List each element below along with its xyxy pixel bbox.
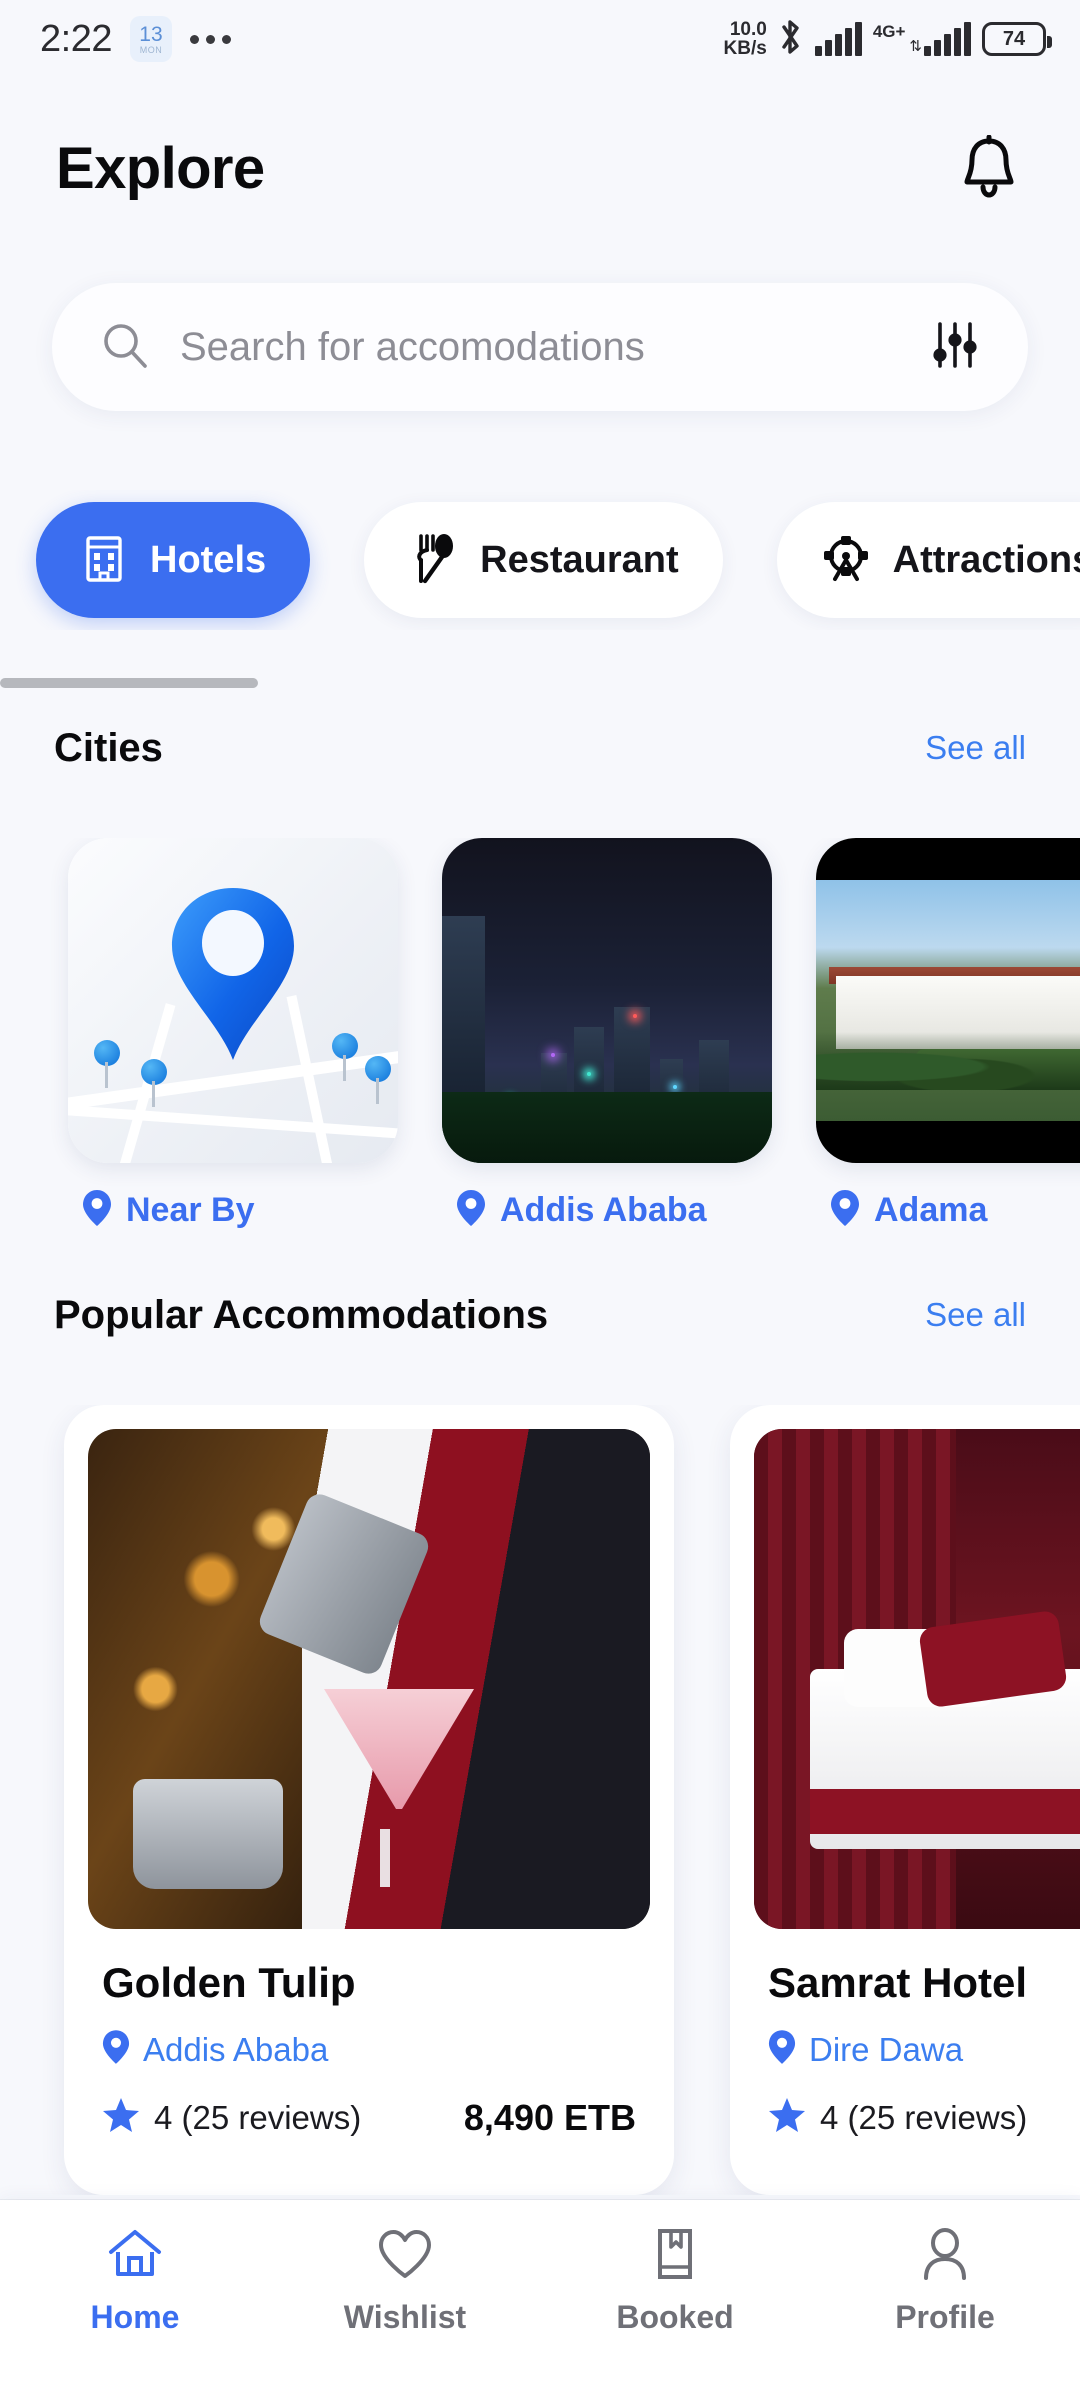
star-icon [102, 2096, 140, 2139]
status-time: 2:22 [40, 17, 112, 60]
home-icon [105, 2226, 165, 2287]
city-card-adama[interactable]: Adama [816, 838, 1080, 1228]
bartender-pouring-cocktail-photo [88, 1429, 650, 1929]
bottom-navigation-bar: Home Wishlist Booked Profile [0, 2200, 1080, 2400]
accommodation-rating-text: 4 (25 reviews) [820, 2098, 1028, 2136]
nav-label: Profile [895, 2299, 995, 2335]
hotel-building-icon [80, 532, 128, 589]
accommodation-footer: 4 (25 reviews) 8,490 ETB [102, 2096, 636, 2139]
mobile-data-icon: 4G+ ⇅ [873, 22, 971, 56]
horizontal-scroll-indicator[interactable] [0, 678, 1080, 688]
accommodation-card-body: Samrat Hotel Dire Dawa 4 (25 reviews) [754, 1959, 1080, 2139]
nav-label: Home [90, 2299, 180, 2335]
city-name: Adama [874, 1191, 988, 1228]
heart-icon [375, 2226, 435, 2287]
calendar-day: 13 [139, 22, 163, 46]
category-chip-label: Restaurant [480, 538, 679, 581]
cities-list[interactable]: Near By Addis Ababa Adama [0, 838, 1080, 1228]
city-caption: Near By [68, 1189, 398, 1228]
calendar-weekday: MON [139, 44, 163, 55]
category-chip-attractions[interactable]: Attractions [776, 502, 1080, 618]
filter-sliders-icon[interactable] [928, 318, 982, 377]
category-chip-label: Hotels [150, 538, 267, 581]
search-bar[interactable] [52, 283, 1028, 411]
accommodation-footer: 4 (25 reviews) [768, 2096, 1080, 2139]
location-pin-icon [768, 2029, 796, 2070]
accommodation-location: Addis Ababa [102, 2029, 636, 2070]
location-pin-icon [82, 1189, 112, 1228]
city-card-addis-ababa[interactable]: Addis Ababa [442, 838, 772, 1228]
category-chip-label: Attractions [892, 538, 1080, 581]
city-card-near-by[interactable]: Near By [68, 838, 398, 1228]
calendar-icon: 13 MON [129, 16, 172, 62]
accommodation-location: Dire Dawa [768, 2029, 1080, 2070]
hotel-aerial-view-thumbnail [816, 838, 1080, 1163]
night-city-skyline-thumbnail [442, 838, 772, 1163]
network-speed-indicator: 10.0 KB/s [723, 18, 767, 59]
accommodation-name: Golden Tulip [102, 1959, 356, 2006]
city-caption: Adama [816, 1189, 1080, 1228]
popular-accommodations-list[interactable]: Golden Tulip Addis Ababa 4 (25 reviews) … [0, 1405, 1080, 2195]
accommodation-city: Addis Ababa [143, 2030, 329, 2068]
page-title: Explore [56, 135, 265, 201]
network-speed-unit: KB/s [723, 38, 767, 59]
city-name: Addis Ababa [500, 1191, 707, 1228]
nav-item-profile[interactable]: Profile [845, 2226, 1045, 2336]
battery-icon: 74 [982, 22, 1052, 56]
status-bar-left: 2:22 13 MON [40, 16, 231, 62]
status-bar-right: 10.0 KB/s 4G+ ⇅ 74 [723, 18, 1052, 61]
location-pin-icon [830, 1189, 860, 1228]
fork-spoon-icon [408, 531, 458, 590]
app-header: Explore [0, 118, 1080, 218]
bluetooth-icon [778, 18, 804, 61]
bookmark-book-icon [645, 2226, 705, 2287]
signal-bars-secondary-icon [924, 22, 971, 56]
data-transfer-arrows-icon: ⇅ [909, 38, 922, 55]
accommodation-name: Samrat Hotel [768, 1959, 1028, 2006]
accommodation-city: Dire Dawa [809, 2030, 964, 2068]
popular-see-all-link[interactable]: See all [925, 1296, 1026, 1334]
map-with-pin-thumbnail [68, 838, 398, 1163]
star-icon [768, 2096, 806, 2139]
city-name: Near By [126, 1191, 255, 1228]
nav-label: Wishlist [343, 2299, 467, 2335]
city-caption: Addis Ababa [442, 1189, 772, 1228]
app-screen: 2:22 13 MON 10.0 KB/s 4G+ ⇅ 74 Explore S… [0, 0, 1080, 2400]
popular-section-title: Popular Accommodations [54, 1292, 549, 1337]
bell-icon[interactable] [954, 133, 1024, 203]
nav-item-booked[interactable]: Booked [575, 2226, 775, 2336]
battery-level: 74 [1002, 27, 1026, 50]
status-bar: 2:22 13 MON 10.0 KB/s 4G+ ⇅ 74 [0, 0, 1080, 78]
popular-section-header: Popular Accommodations See all [0, 1285, 1080, 1345]
accommodation-rating-text: 4 (25 reviews) [154, 2098, 362, 2136]
category-chip-hotels[interactable]: Hotels [36, 502, 311, 618]
accommodation-rating: 4 (25 reviews) [768, 2096, 1027, 2139]
nav-item-home[interactable]: Home [35, 2226, 235, 2336]
search-input[interactable] [180, 324, 898, 370]
nav-item-wishlist[interactable]: Wishlist [305, 2226, 505, 2336]
network-type-label: 4G+ [872, 22, 906, 41]
accommodation-card-samrat-hotel[interactable]: Samrat Hotel Dire Dawa 4 (25 reviews) [730, 1405, 1080, 2195]
location-pin-icon [102, 2029, 130, 2070]
category-chip-restaurant[interactable]: Restaurant [364, 502, 723, 618]
accommodation-rating: 4 (25 reviews) [102, 2096, 361, 2139]
cities-section-header: Cities See all [0, 718, 1080, 778]
category-chip-row[interactable]: Hotels Restaurant Attractions [0, 490, 1080, 630]
location-pin-icon [456, 1189, 486, 1228]
nav-label: Booked [616, 2299, 734, 2335]
hotel-bedroom-photo [754, 1429, 1080, 1929]
network-speed-value: 10.0 [729, 18, 767, 40]
cities-see-all-link[interactable]: See all [925, 729, 1026, 767]
ferris-wheel-icon [821, 533, 871, 588]
cities-section-title: Cities [54, 725, 163, 770]
person-icon [915, 2226, 975, 2287]
accommodation-price: 8,490 ETB [463, 2096, 636, 2138]
more-dots-icon [189, 34, 231, 44]
search-icon [100, 320, 150, 375]
accommodation-card-golden-tulip[interactable]: Golden Tulip Addis Ababa 4 (25 reviews) … [64, 1405, 674, 2195]
accommodation-card-body: Golden Tulip Addis Ababa 4 (25 reviews) … [88, 1959, 650, 2139]
signal-bars-icon [814, 22, 862, 56]
